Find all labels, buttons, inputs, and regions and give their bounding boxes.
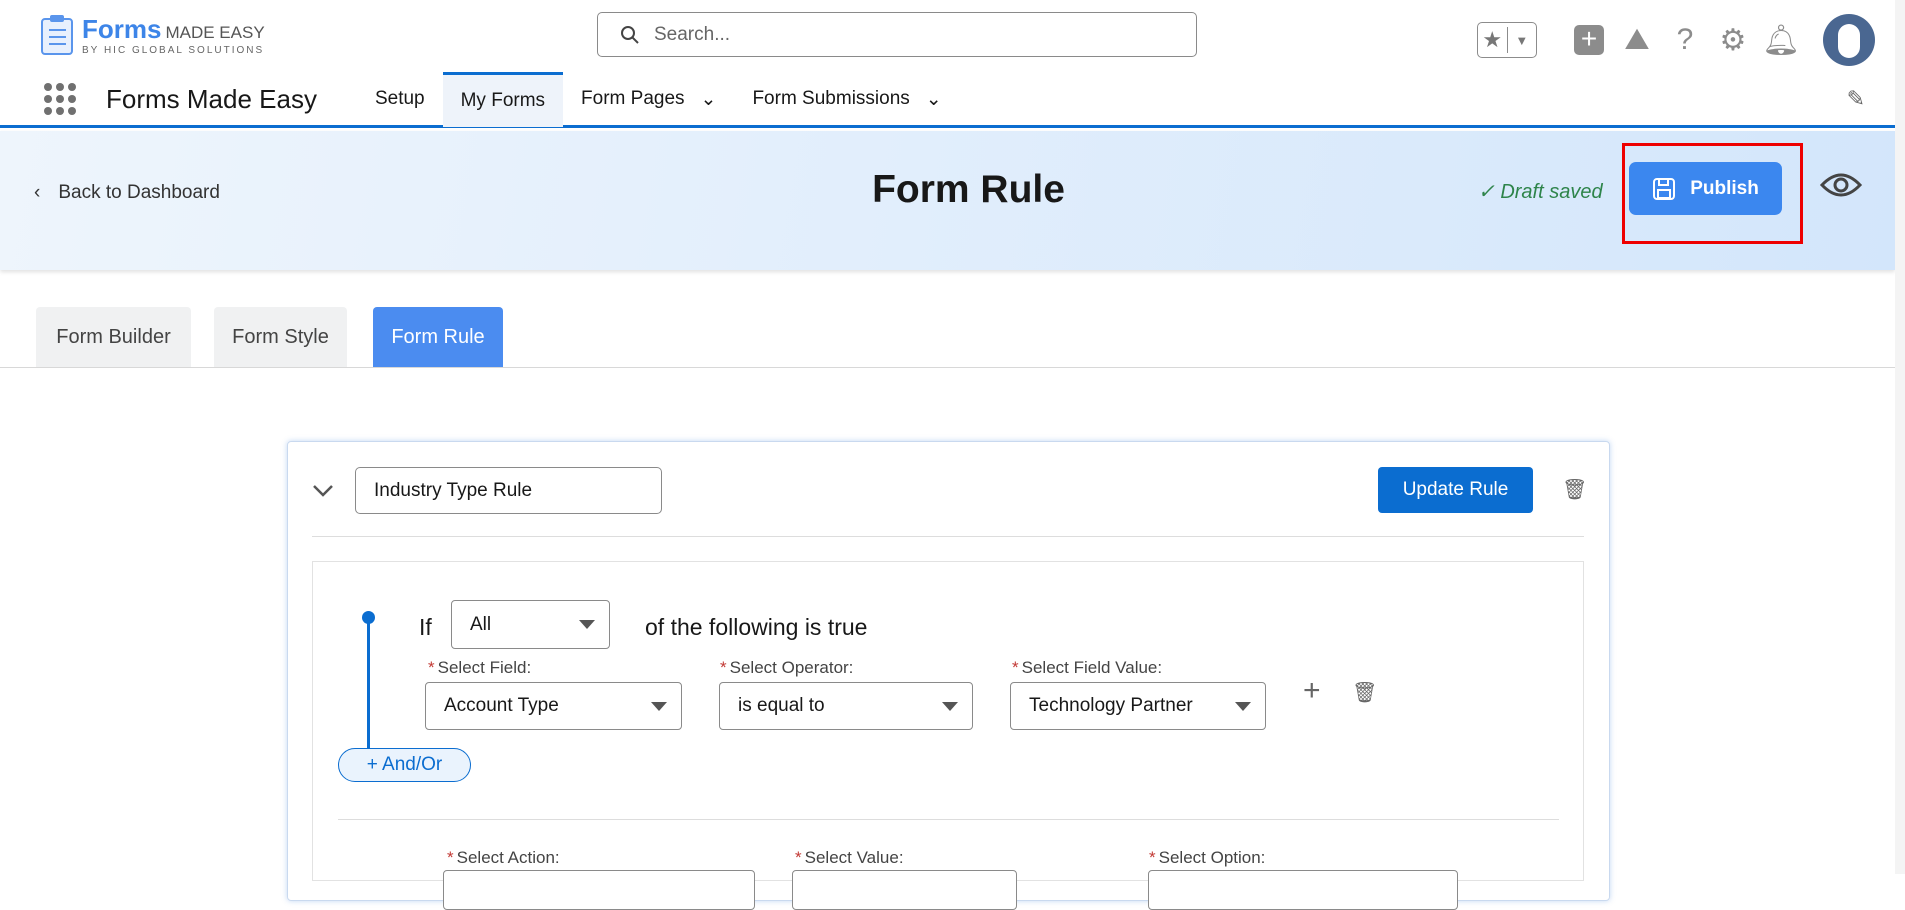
logo[interactable]: Forms MADE EASY BY HIC GLOBAL SOLUTIONS — [40, 14, 265, 56]
logo-subtitle: BY HIC GLOBAL SOLUTIONS — [82, 45, 265, 56]
tab-form-style[interactable]: Form Style — [214, 307, 347, 367]
and-or-button[interactable]: + And/Or — [338, 748, 471, 782]
delete-condition-trash-icon[interactable]: 🗑︎ — [1352, 680, 1377, 705]
add-icon[interactable]: + — [1565, 25, 1613, 55]
value-select[interactable] — [792, 870, 1017, 910]
eye-icon[interactable] — [1819, 170, 1863, 209]
caret-down-icon — [942, 701, 958, 711]
label-text: Select Operator: — [729, 658, 854, 677]
star-icon: ★ — [1478, 27, 1508, 53]
nav-my-forms[interactable]: My Forms — [442, 71, 564, 127]
select-field-label: * Select Field: — [428, 658, 532, 677]
nav-bar: Forms Made Easy Setup My Forms Form Page… — [0, 71, 1895, 128]
nav-setup[interactable]: Setup — [357, 72, 443, 127]
avatar[interactable] — [1823, 14, 1875, 66]
field-value-value: Technology Partner — [1029, 695, 1193, 716]
chevron-down-icon[interactable]: ⌄ — [926, 88, 942, 111]
chevron-down-icon[interactable]: ⌄ — [701, 88, 717, 111]
divider — [312, 536, 1584, 537]
help-icon[interactable]: ? — [1661, 23, 1709, 57]
nav-label: Form Pages — [581, 88, 685, 109]
operator-value: is equal to — [738, 695, 825, 716]
caret-down-icon — [579, 620, 595, 629]
nav-form-pages[interactable]: Form Pages ⌄ — [563, 72, 734, 127]
tab-form-rule[interactable]: Form Rule — [373, 307, 503, 367]
favorites-button[interactable]: ★ ▼ — [1477, 22, 1537, 58]
trailhead-icon[interactable]: ⛰ — [1613, 23, 1661, 57]
label-text: Select Value: — [804, 848, 904, 867]
clipboard-icon — [41, 15, 73, 55]
search-input[interactable]: Search... — [597, 12, 1197, 57]
edit-pencil-icon[interactable]: ✎ — [1847, 86, 1865, 112]
search-placeholder: Search... — [654, 23, 731, 45]
search-icon — [621, 25, 639, 44]
caret-down-icon — [1235, 701, 1251, 711]
field-value: Account Type — [444, 695, 559, 716]
match-select[interactable]: All — [451, 600, 610, 649]
draft-label: Draft saved — [1500, 181, 1603, 203]
scrollbar[interactable] — [1895, 0, 1905, 874]
update-rule-button[interactable]: Update Rule — [1378, 467, 1533, 513]
select-value-label: * Select Value: — [795, 848, 904, 867]
logo-made: MADE EASY — [165, 23, 265, 42]
nav-label: My Forms — [460, 89, 546, 111]
logo-word: Forms — [82, 14, 162, 44]
divider — [338, 819, 1559, 820]
select-field-value-label: * Select Field Value: — [1012, 658, 1163, 677]
field-select[interactable]: Account Type — [425, 682, 682, 730]
page-title: Form Rule — [872, 168, 1065, 211]
option-select[interactable] — [1148, 870, 1458, 910]
operator-select[interactable]: is equal to — [719, 682, 973, 730]
nav-label: Setup — [374, 88, 425, 109]
save-icon — [1653, 177, 1676, 200]
tab-form-builder[interactable]: Form Builder — [36, 307, 191, 367]
app-launcher-icon[interactable] — [44, 83, 76, 115]
chevron-down-icon: ▼ — [1515, 32, 1529, 48]
select-operator-label: * Select Operator: — [720, 658, 854, 677]
nav-form-submissions[interactable]: Form Submissions ⌄ — [734, 72, 959, 127]
delete-rule-trash-icon[interactable]: 🗑︎ — [1562, 477, 1587, 502]
field-value-select[interactable]: Technology Partner — [1010, 682, 1266, 730]
app-name: Forms Made Easy — [106, 83, 317, 114]
match-value: All — [470, 613, 492, 635]
action-select[interactable] — [443, 870, 755, 910]
caret-down-icon — [651, 701, 667, 711]
rule-name-input[interactable]: Industry Type Rule — [355, 467, 662, 514]
select-action-label: * Select Action: — [447, 848, 560, 867]
label-text: Select Action: — [456, 848, 560, 867]
timeline-line — [367, 617, 370, 749]
label-text: Select Field Value: — [1021, 658, 1163, 677]
tab-divider — [0, 367, 1895, 368]
following-label: of the following is true — [645, 614, 868, 640]
label-text: Select Field: — [437, 658, 532, 677]
nav-label: Form Submissions — [752, 88, 910, 109]
add-condition-icon[interactable]: + — [1303, 674, 1321, 708]
publish-button[interactable]: Publish — [1629, 162, 1782, 215]
select-option-label: * Select Option: — [1149, 848, 1266, 867]
if-label: If — [419, 614, 432, 640]
draft-status: ✓ Draft saved — [1478, 181, 1603, 203]
chevron-down-icon[interactable] — [312, 478, 334, 504]
gear-icon[interactable]: ⚙ — [1709, 23, 1757, 58]
publish-label: Publish — [1690, 177, 1759, 199]
label-text: Select Option: — [1158, 848, 1266, 867]
bell-icon[interactable]: 🔔︎ — [1757, 23, 1805, 58]
